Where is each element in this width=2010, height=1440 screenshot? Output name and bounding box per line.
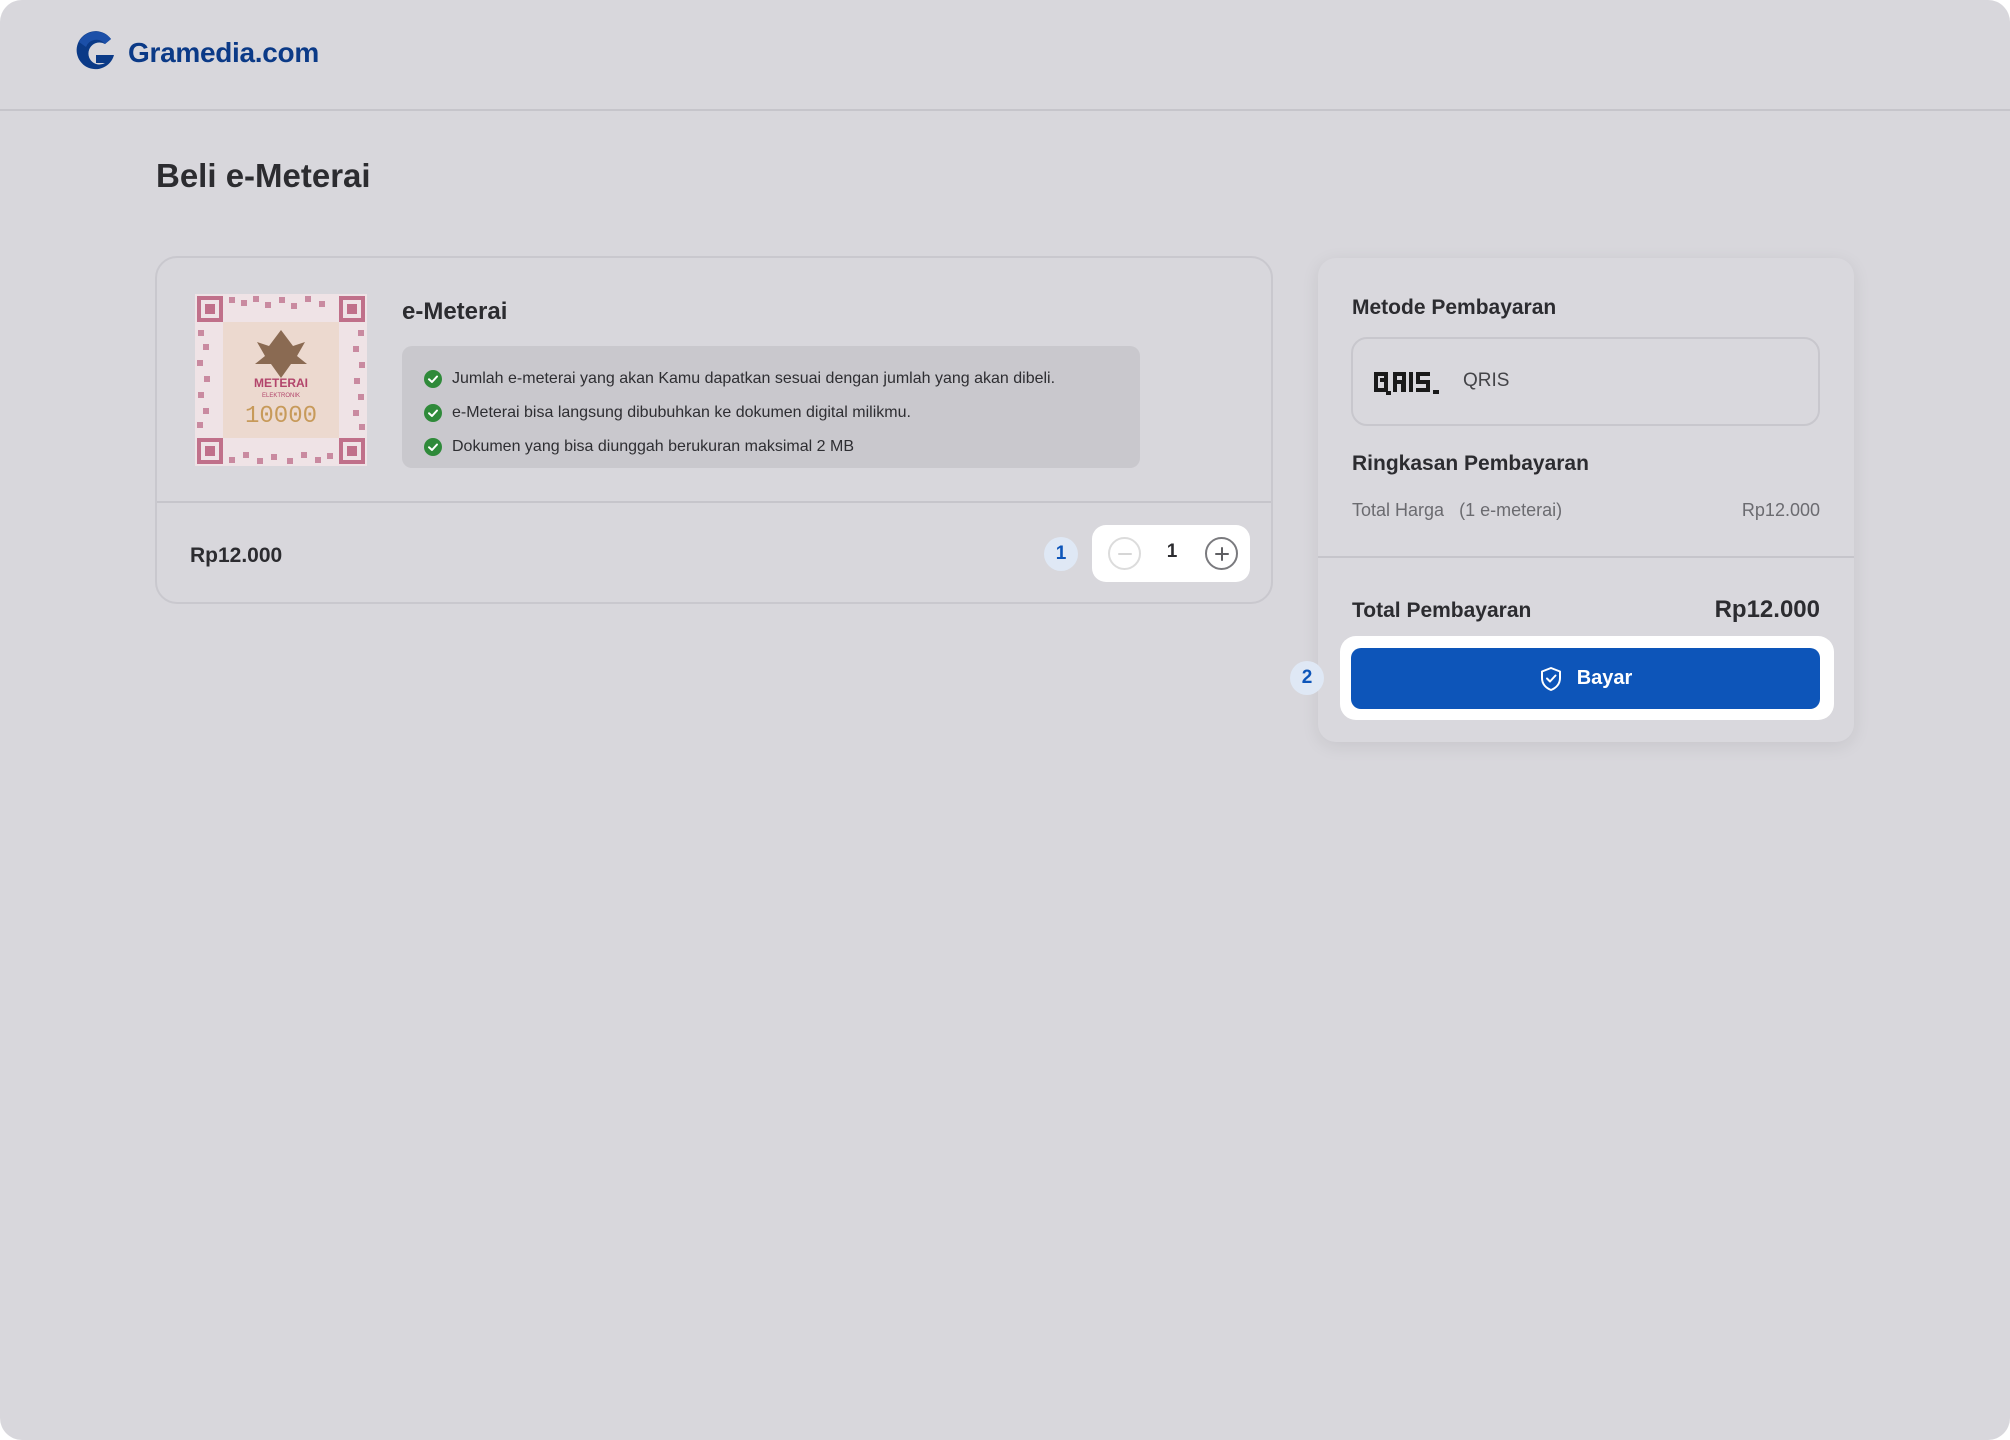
svg-text:ELEKTRONIK: ELEKTRONIK [262,393,300,399]
step-badge-2: 2 [1290,661,1324,695]
benefit-text: Jumlah e-meterai yang akan Kamu dapatkan… [452,370,1056,387]
payment-method-option[interactable]: QRIS [1351,337,1820,426]
qris-logo-icon [1374,372,1439,395]
quantity-stepper: 1 [1092,525,1250,582]
payment-summary-title: Ringkasan Pembayaran [1352,452,1589,475]
total-harga-qty: (1 e-meterai) [1459,500,1563,520]
check-circle-icon [424,370,442,388]
total-pembayaran-value: Rp12.000 [1714,596,1820,623]
app-window: Gramedia.com Beli e-Meterai METERAI ELEK… [0,0,2010,1440]
pay-button[interactable]: Bayar [1351,648,1820,709]
page-title: Beli e-Meterai [156,157,371,194]
decrease-quantity-button[interactable] [1108,537,1141,570]
total-harga-label-group: Total Harga (1 e-meterai) [1352,500,1562,521]
benefit-item: Jumlah e-meterai yang akan Kamu dapatkan… [424,362,1140,396]
total-harga-label: Total Harga [1352,500,1445,520]
product-price: Rp12.000 [190,544,283,567]
svg-text:METERAI: METERAI [254,376,308,390]
shield-check-icon [1539,666,1563,692]
gramedia-g-icon [76,31,114,70]
quantity-value[interactable]: 1 [1152,541,1192,563]
gramedia-logo[interactable]: Gramedia.com [74,30,319,76]
minus-icon [1117,552,1132,555]
check-circle-icon [424,438,442,456]
benefit-item: Dokumen yang bisa diunggah berukuran mak… [424,430,1140,464]
total-harga-row: Total Harga (1 e-meterai) Rp12.000 [1352,500,1820,521]
logo-text: Gramedia.com [128,37,319,68]
benefit-text: Dokumen yang bisa diunggah berukuran mak… [452,438,854,455]
panel-divider [1318,556,1854,558]
check-circle-icon [424,404,442,422]
top-header: Gramedia.com [0,0,2010,111]
plus-icon [1214,546,1229,561]
e-meterai-stamp-image: METERAI ELEKTRONIK 10000 [195,294,367,466]
benefit-item: e-Meterai bisa langsung dibubuhkan ke do… [424,396,1140,430]
benefit-text: e-Meterai bisa langsung dibubuhkan ke do… [452,404,911,421]
pay-button-label: Bayar [1576,667,1633,689]
payment-method-name: QRIS [1463,370,1510,391]
total-harga-value: Rp12.000 [1741,500,1820,520]
total-pembayaran-label: Total Pembayaran [1352,599,1532,622]
card-divider [157,501,1271,503]
product-name: e-Meterai [402,298,508,325]
increase-quantity-button[interactable] [1205,537,1238,570]
total-pembayaran-row: Total Pembayaran Rp12.000 [1352,596,1820,624]
svg-text:10000: 10000 [245,403,317,430]
step-badge-1: 1 [1044,537,1078,571]
benefits-list: Jumlah e-meterai yang akan Kamu dapatkan… [402,346,1140,468]
payment-method-title: Metode Pembayaran [1352,296,1557,319]
